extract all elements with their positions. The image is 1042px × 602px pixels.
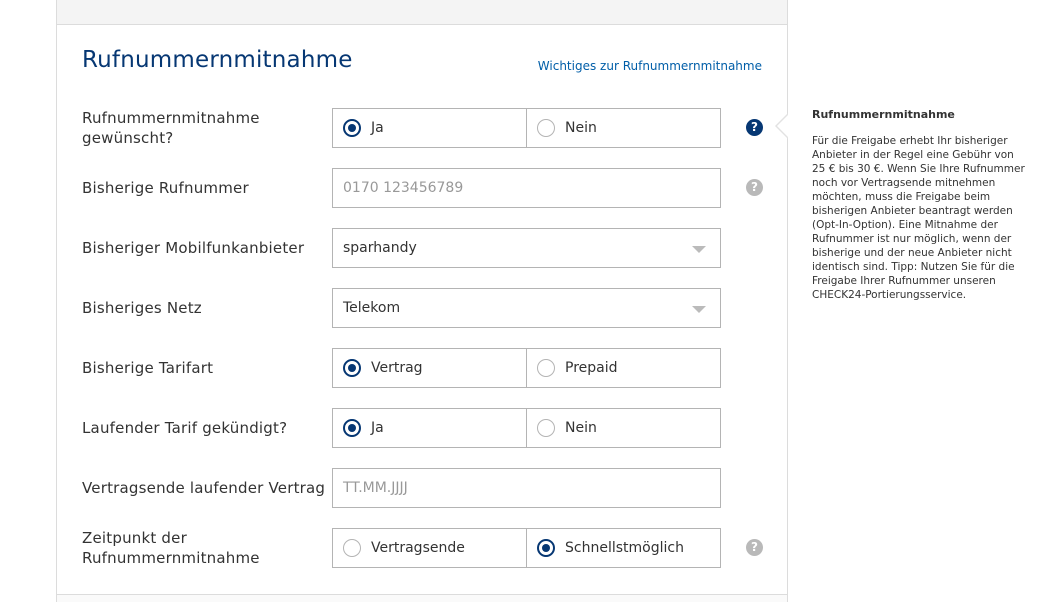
porting-wanted-radio-group: Ja Nein — [332, 108, 721, 148]
radio-checked-icon[interactable] — [343, 119, 361, 137]
previous-provider-value: sparhandy — [343, 240, 417, 256]
radio-unchecked-icon[interactable] — [343, 539, 361, 557]
option-label: Nein — [565, 420, 597, 436]
previous-number-placeholder: 0170 123456789 — [343, 180, 464, 196]
previous-provider-label: Bisheriger Mobilfunkanbieter — [82, 239, 305, 257]
radio-checked-icon[interactable] — [343, 419, 361, 437]
row-previous-number: Bisherige Rufnummer 0170 123456789 ? — [57, 168, 787, 208]
option-label: Ja — [371, 120, 384, 136]
previous-network-select[interactable]: Telekom — [332, 288, 721, 328]
option-label: Prepaid — [565, 360, 618, 376]
tariff-cancelled-option-nein[interactable]: Nein — [526, 409, 720, 447]
previous-number-label: Bisherige Rufnummer — [82, 179, 249, 197]
form-panel: Rufnummernmitnahme Wichtiges zur Rufnumm… — [56, 0, 788, 602]
option-label: Vertrag — [371, 360, 423, 376]
porting-timing-radio-group: Vertragsende Schnellstmöglich — [332, 528, 721, 568]
row-previous-network: Bisheriges Netz Telekom — [57, 288, 787, 328]
porting-timing-label: Zeitpunkt der Rufnummernmitnahme — [82, 529, 260, 567]
section-title: Rufnummernmitnahme — [82, 47, 353, 73]
panel-top-bar — [57, 0, 787, 25]
help-icon[interactable]: ? — [746, 539, 763, 556]
tariff-type-radio-group: Vertrag Prepaid — [332, 348, 721, 388]
chevron-down-icon — [692, 246, 706, 253]
tooltip-pointer — [777, 114, 789, 138]
option-label: Schnellstmöglich — [565, 540, 684, 556]
option-label: Vertragsende — [371, 540, 465, 556]
tariff-type-option-prepaid[interactable]: Prepaid — [526, 349, 720, 387]
porting-wanted-option-nein[interactable]: Nein — [526, 109, 720, 147]
porting-timing-option-schnellstmoeglich[interactable]: Schnellstmöglich — [526, 529, 720, 567]
help-icon[interactable]: ? — [746, 179, 763, 196]
previous-provider-select[interactable]: sparhandy — [332, 228, 721, 268]
tariff-type-label: Bisherige Tarifart — [82, 359, 214, 377]
contract-end-placeholder: TT.MM.JJJJ — [343, 480, 408, 496]
help-icon-active[interactable]: ? — [746, 119, 763, 136]
row-contract-end: Vertragsende laufender Vertrag TT.MM.JJJ… — [57, 468, 787, 508]
panel-bottom-edge — [57, 594, 787, 602]
radio-checked-icon[interactable] — [537, 539, 555, 557]
tariff-cancelled-option-ja[interactable]: Ja — [333, 409, 526, 447]
radio-unchecked-icon[interactable] — [537, 359, 555, 377]
tooltip-text: Für die Freigabe erhebt Ihr bisheriger A… — [812, 135, 1025, 301]
tariff-type-option-vertrag[interactable]: Vertrag — [333, 349, 526, 387]
radio-unchecked-icon[interactable] — [537, 119, 555, 137]
row-porting-wanted: Rufnummernmitnahme gewünscht? Ja Nein ? — [57, 108, 787, 148]
contract-end-input[interactable]: TT.MM.JJJJ — [332, 468, 721, 508]
row-previous-provider: Bisheriger Mobilfunkanbieter sparhandy — [57, 228, 787, 268]
contract-end-label: Vertragsende laufender Vertrag — [82, 479, 326, 497]
radio-unchecked-icon[interactable] — [537, 419, 555, 437]
previous-number-input[interactable]: 0170 123456789 — [332, 168, 721, 208]
option-label: Nein — [565, 120, 597, 136]
tooltip-title: Rufnummernmitnahme — [812, 108, 955, 121]
tariff-cancelled-radio-group: Ja Nein — [332, 408, 721, 448]
row-tariff-cancelled: Laufender Tarif gekündigt? Ja Nein — [57, 408, 787, 448]
chevron-down-icon — [692, 306, 706, 313]
tariff-cancelled-label: Laufender Tarif gekündigt? — [82, 419, 288, 437]
option-label: Ja — [371, 420, 384, 436]
row-porting-timing: Zeitpunkt der Rufnummernmitnahme Vertrag… — [57, 528, 787, 568]
porting-timing-option-vertragsende[interactable]: Vertragsende — [333, 529, 526, 567]
previous-network-label: Bisheriges Netz — [82, 299, 202, 317]
porting-wanted-option-ja[interactable]: Ja — [333, 109, 526, 147]
porting-wanted-label: Rufnummernmitnahme gewünscht? — [82, 109, 260, 147]
help-tooltip: Rufnummernmitnahme Für die Freigabe erhe… — [812, 108, 1027, 302]
radio-checked-icon[interactable] — [343, 359, 361, 377]
info-link[interactable]: Wichtiges zur Rufnummernmitnahme — [538, 59, 762, 73]
row-tariff-type: Bisherige Tarifart Vertrag Prepaid — [57, 348, 787, 388]
previous-network-value: Telekom — [343, 300, 401, 316]
